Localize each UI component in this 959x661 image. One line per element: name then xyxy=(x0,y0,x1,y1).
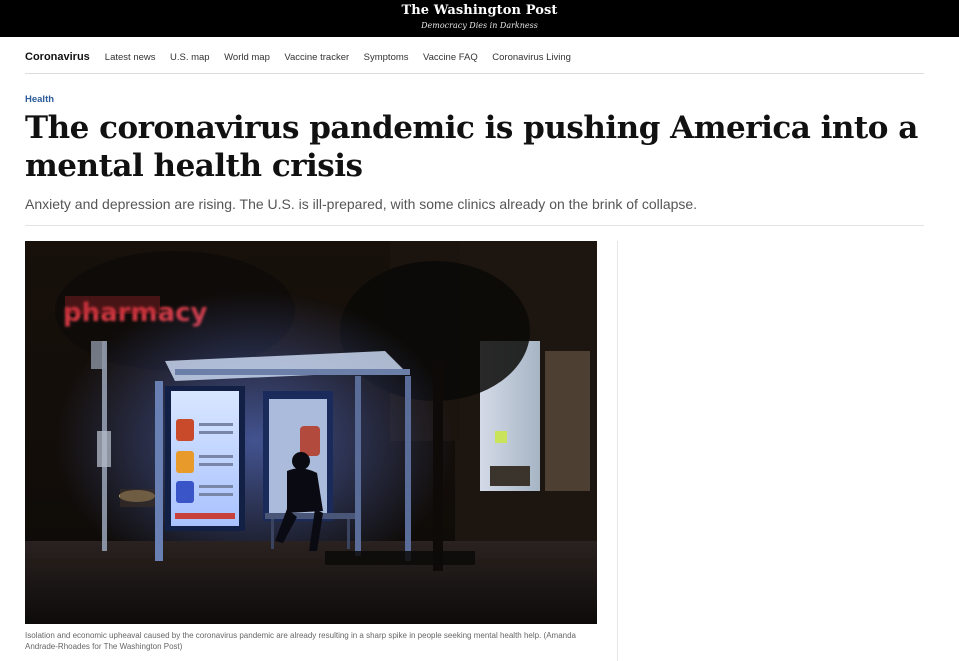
article-dek: Anxiety and depression are rising. The U… xyxy=(25,196,698,212)
section-subnav: Coronavirus Latest news U.S. map World m… xyxy=(25,49,585,65)
lead-photo[interactable]: pharmacy xyxy=(25,241,597,624)
subnav-us-map[interactable]: U.S. map xyxy=(170,52,210,63)
subnav-world-map[interactable]: World map xyxy=(224,52,270,63)
right-rail-divider xyxy=(617,241,618,661)
headline-divider xyxy=(25,225,924,226)
subnav-divider xyxy=(25,73,924,74)
photo-caption: Isolation and economic upheaval caused b… xyxy=(25,631,577,651)
subnav-symptoms[interactable]: Symptoms xyxy=(364,52,409,63)
subnav-coronavirus[interactable]: Coronavirus xyxy=(25,51,90,63)
masthead: The Washington Post Democracy Dies in Da… xyxy=(0,0,959,37)
article-headline: The coronavirus pandemic is pushing Amer… xyxy=(25,110,918,184)
subnav-vaccine-faq[interactable]: Vaccine FAQ xyxy=(423,52,478,63)
subnav-coronavirus-living[interactable]: Coronavirus Living xyxy=(492,52,571,63)
subnav-vaccine-tracker[interactable]: Vaccine tracker xyxy=(284,52,349,63)
site-logo[interactable]: The Washington Post xyxy=(0,3,959,18)
subnav-latest-news[interactable]: Latest news xyxy=(105,52,156,63)
site-tagline: Democracy Dies in Darkness xyxy=(421,21,538,30)
section-kicker[interactable]: Health xyxy=(25,94,54,105)
